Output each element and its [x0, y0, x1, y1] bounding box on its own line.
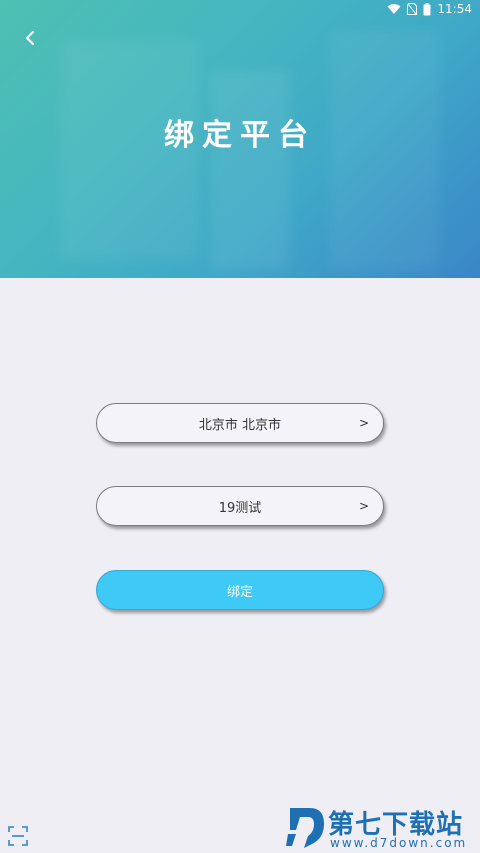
page-title: 绑定平台 — [164, 118, 316, 153]
chevron-right-icon: > — [358, 499, 369, 513]
no-sim-icon — [407, 3, 418, 15]
scan-icon — [8, 826, 28, 846]
header-decoration — [210, 70, 290, 270]
platform-select[interactable]: 19测试 > — [96, 486, 384, 526]
d7-logo-icon — [286, 808, 324, 848]
bind-button[interactable]: 绑定 — [96, 570, 384, 610]
scan-button[interactable] — [8, 826, 28, 846]
city-select-value: 北京市 北京市 — [198, 417, 282, 433]
status-time: 11:54 — [437, 2, 472, 16]
battery-icon — [423, 2, 431, 16]
chevron-left-icon — [26, 31, 34, 45]
chevron-right-icon: > — [358, 416, 369, 430]
watermark: 第七下载站 www.d7down.com — [286, 804, 476, 850]
city-select[interactable]: 北京市 北京市 > — [96, 403, 384, 443]
wifi-icon — [387, 3, 401, 15]
platform-select-value: 19测试 — [218, 500, 262, 516]
header-banner: 11:54 绑定平台 — [0, 0, 480, 278]
status-bar: 11:54 — [0, 0, 480, 18]
back-button[interactable] — [18, 26, 42, 50]
watermark-url: www.d7down.com — [330, 836, 468, 850]
